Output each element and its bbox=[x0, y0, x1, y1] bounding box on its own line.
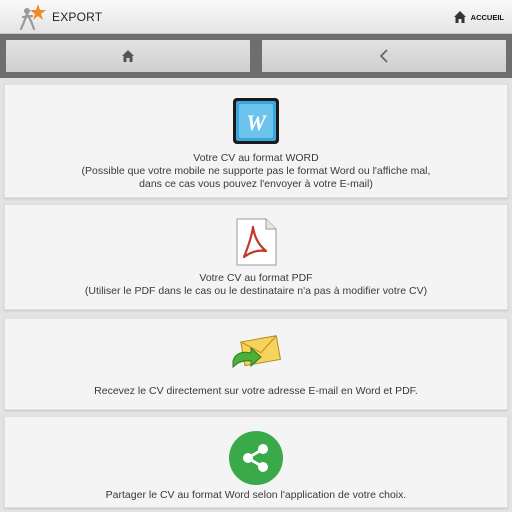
email-card-title: Recevez le CV directement sur votre adre… bbox=[94, 385, 418, 397]
word-card-title: Votre CV au format WORD bbox=[193, 152, 319, 164]
share-card-title: Partager le CV au format Word selon l'ap… bbox=[105, 489, 407, 501]
svg-text:W: W bbox=[246, 110, 267, 135]
export-email-card[interactable]: Recevez le CV directement sur votre adre… bbox=[4, 318, 508, 410]
share-card[interactable]: Partager le CV au format Word selon l'ap… bbox=[4, 416, 508, 508]
export-options-list: W Votre CV au format WORD (Possible que … bbox=[0, 78, 512, 512]
export-pdf-card[interactable]: Votre CV au format PDF (Utiliser le PDF … bbox=[4, 204, 508, 310]
page-title: EXPORT bbox=[52, 10, 103, 24]
word-card-note-2: dans ce cas vous pouvez l'envoyer à votr… bbox=[139, 178, 373, 190]
nav-home-button[interactable] bbox=[6, 40, 250, 72]
home-link-label: ACCUEIL bbox=[470, 12, 504, 22]
chevron-left-icon bbox=[379, 49, 388, 63]
house-icon bbox=[453, 11, 466, 23]
pdf-card-note: (Utiliser le PDF dans le cas ou le desti… bbox=[84, 285, 428, 297]
person-star-logo-icon bbox=[19, 4, 46, 31]
email-envelope-icon bbox=[232, 335, 282, 369]
pdf-card-title: Votre CV au format PDF bbox=[199, 272, 313, 284]
home-link[interactable]: ACCUEIL bbox=[453, 8, 504, 26]
pdf-document-icon bbox=[236, 218, 277, 266]
nav-bar bbox=[0, 34, 512, 78]
nav-back-button[interactable] bbox=[262, 40, 506, 72]
top-bar: EXPORT ACCUEIL bbox=[0, 0, 512, 34]
export-word-card[interactable]: W Votre CV au format WORD (Possible que … bbox=[4, 84, 508, 198]
word-document-icon: W bbox=[233, 98, 279, 144]
word-card-note: (Possible que votre mobile ne supporte p… bbox=[81, 165, 431, 177]
share-icon bbox=[229, 431, 283, 485]
house-icon bbox=[122, 50, 134, 62]
